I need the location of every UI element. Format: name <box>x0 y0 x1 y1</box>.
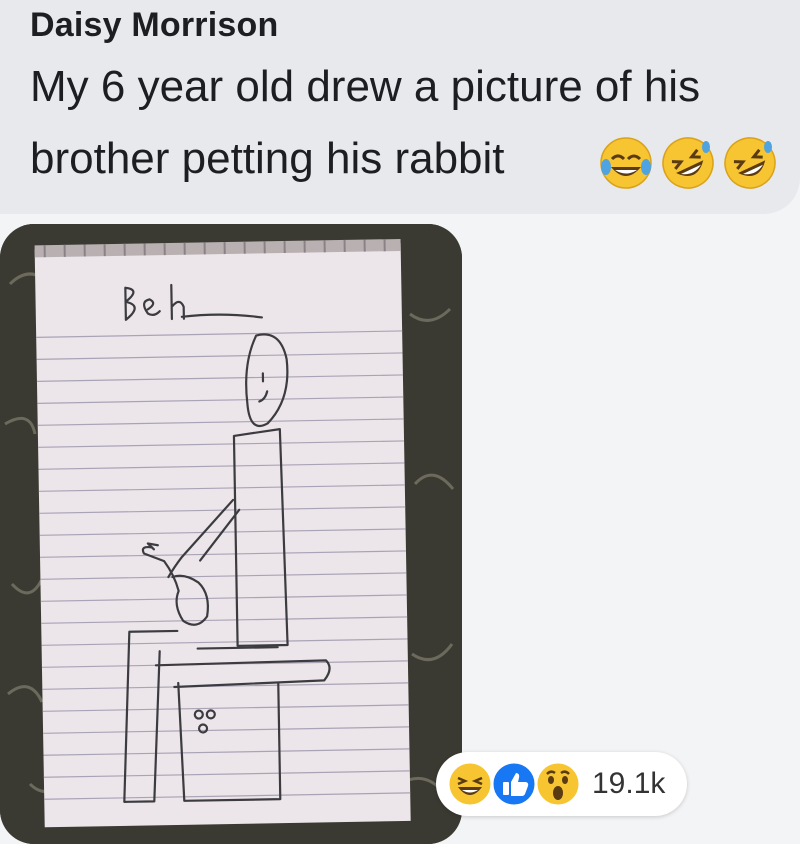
like-reaction-icon <box>490 760 538 808</box>
attached-photo[interactable] <box>0 224 462 844</box>
wow-reaction-icon <box>534 760 582 808</box>
childs-drawing-image <box>0 224 462 844</box>
author-name[interactable]: Daisy Morrison <box>30 6 278 45</box>
message-text-line-1: My 6 year old drew a picture of his <box>30 62 701 111</box>
laugh-reaction-icon <box>446 760 494 808</box>
rolling-on-floor-laughing-icon <box>724 137 776 189</box>
emoji-group <box>598 135 778 191</box>
reaction-count: 19.1k <box>592 767 666 800</box>
message-bubble: Daisy Morrison My 6 year old drew a pict… <box>0 0 800 214</box>
message-text-line-2: brother petting his rabbit <box>30 134 505 183</box>
reactions-summary[interactable]: 19.1k <box>436 752 688 816</box>
rolling-on-floor-laughing-icon <box>662 137 714 189</box>
face-with-tears-of-joy-icon <box>600 137 652 189</box>
